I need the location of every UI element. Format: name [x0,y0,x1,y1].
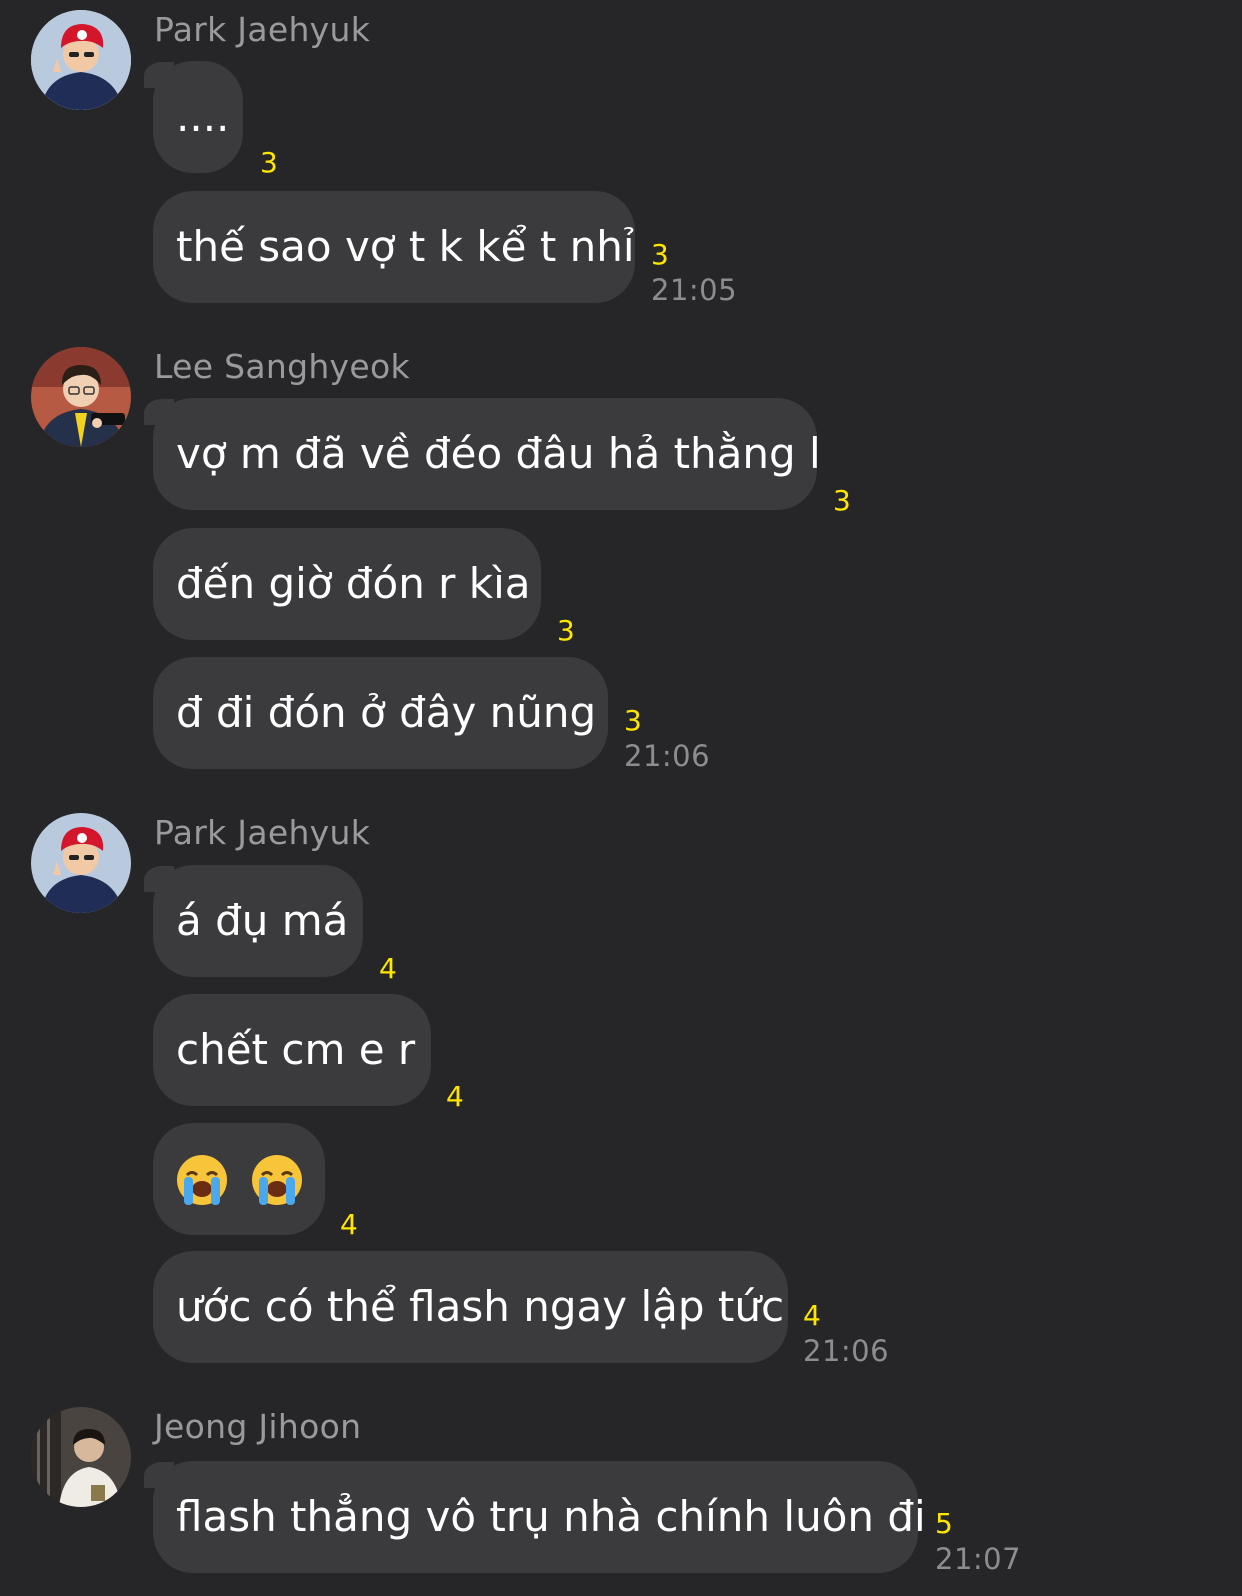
message-text: flash thẳng vô trụ nhà chính luôn đi [176,1492,926,1541]
message-bubble[interactable]: á đụ má [144,865,363,977]
message-bubble[interactable]: flash thẳng vô trụ nhà chính luôn đi [144,1461,926,1573]
timestamp: 21:07 [935,1542,1022,1576]
loudly-crying-face-icon [177,1154,227,1205]
message-meta: 4 [340,1208,358,1242]
timestamp: 21:06 [803,1334,890,1368]
timestamp: 21:05 [651,273,738,307]
message-meta: 3 [833,484,851,518]
message-meta: 4 [446,1080,464,1114]
unread-count: 4 [446,1080,464,1113]
unread-count: 4 [379,952,397,985]
unread-count: 3 [833,484,851,517]
unread-count: 3 [557,614,575,647]
sender-name: Park Jaehyuk [154,813,371,852]
message-meta: 5 21:07 [935,1507,1021,1577]
message-meta: 3 [260,146,278,180]
unread-count: 4 [803,1299,821,1332]
message-text: thế sao vợ t k kể t nhỉ [176,222,635,271]
message-meta: 3 [557,614,575,648]
avatar-park-jaehyuk[interactable] [31,10,131,110]
message-bubble[interactable]: thế sao vợ t k kể t nhỉ [153,191,635,303]
message-text: chết cm e r [176,1025,416,1074]
sender-name: Park Jaehyuk [154,10,371,49]
message-text: á đụ má [176,896,349,945]
message-meta: 3 21:05 [651,238,737,308]
sender-name: Lee Sanghyeok [154,347,410,386]
unread-count: 3 [651,238,669,271]
loudly-crying-face-icon [251,1154,302,1205]
message-bubble[interactable]: đ đi đón ở đây nũng [153,657,608,769]
message-text: .... [176,92,230,141]
timestamp: 21:06 [624,739,711,773]
message-text: đến giờ đón r kìa [176,559,531,608]
message-bubble[interactable]: đến giờ đón r kìa [153,528,541,640]
unread-count: 3 [624,704,642,737]
unread-count: 4 [340,1208,358,1241]
message-text: vợ m đã về đéo đâu hả thằng l [176,429,821,478]
avatar-park-jaehyuk[interactable] [31,813,131,913]
message-text: đ đi đón ở đây nũng [176,688,597,737]
unread-count: 3 [260,146,278,179]
message-text: ước có thể flash ngay lập tức [176,1282,785,1331]
sender-name: Jeong Jihoon [154,1407,362,1446]
unread-count: 5 [935,1507,953,1540]
message-bubble[interactable]: ước có thể flash ngay lập tức [153,1251,788,1363]
message-meta: 4 21:06 [803,1299,889,1369]
message-meta: 3 21:06 [624,704,710,774]
message-bubble[interactable]: vợ m đã về đéo đâu hả thằng l [144,398,821,510]
message-bubble[interactable]: .... [144,61,243,173]
message-bubble[interactable]: chết cm e r [153,994,431,1106]
avatar-lee-sanghyeok[interactable] [31,347,131,447]
message-bubble[interactable] [153,1123,325,1235]
avatar-jeong-jihoon[interactable] [31,1407,131,1507]
message-meta: 4 [379,952,397,986]
